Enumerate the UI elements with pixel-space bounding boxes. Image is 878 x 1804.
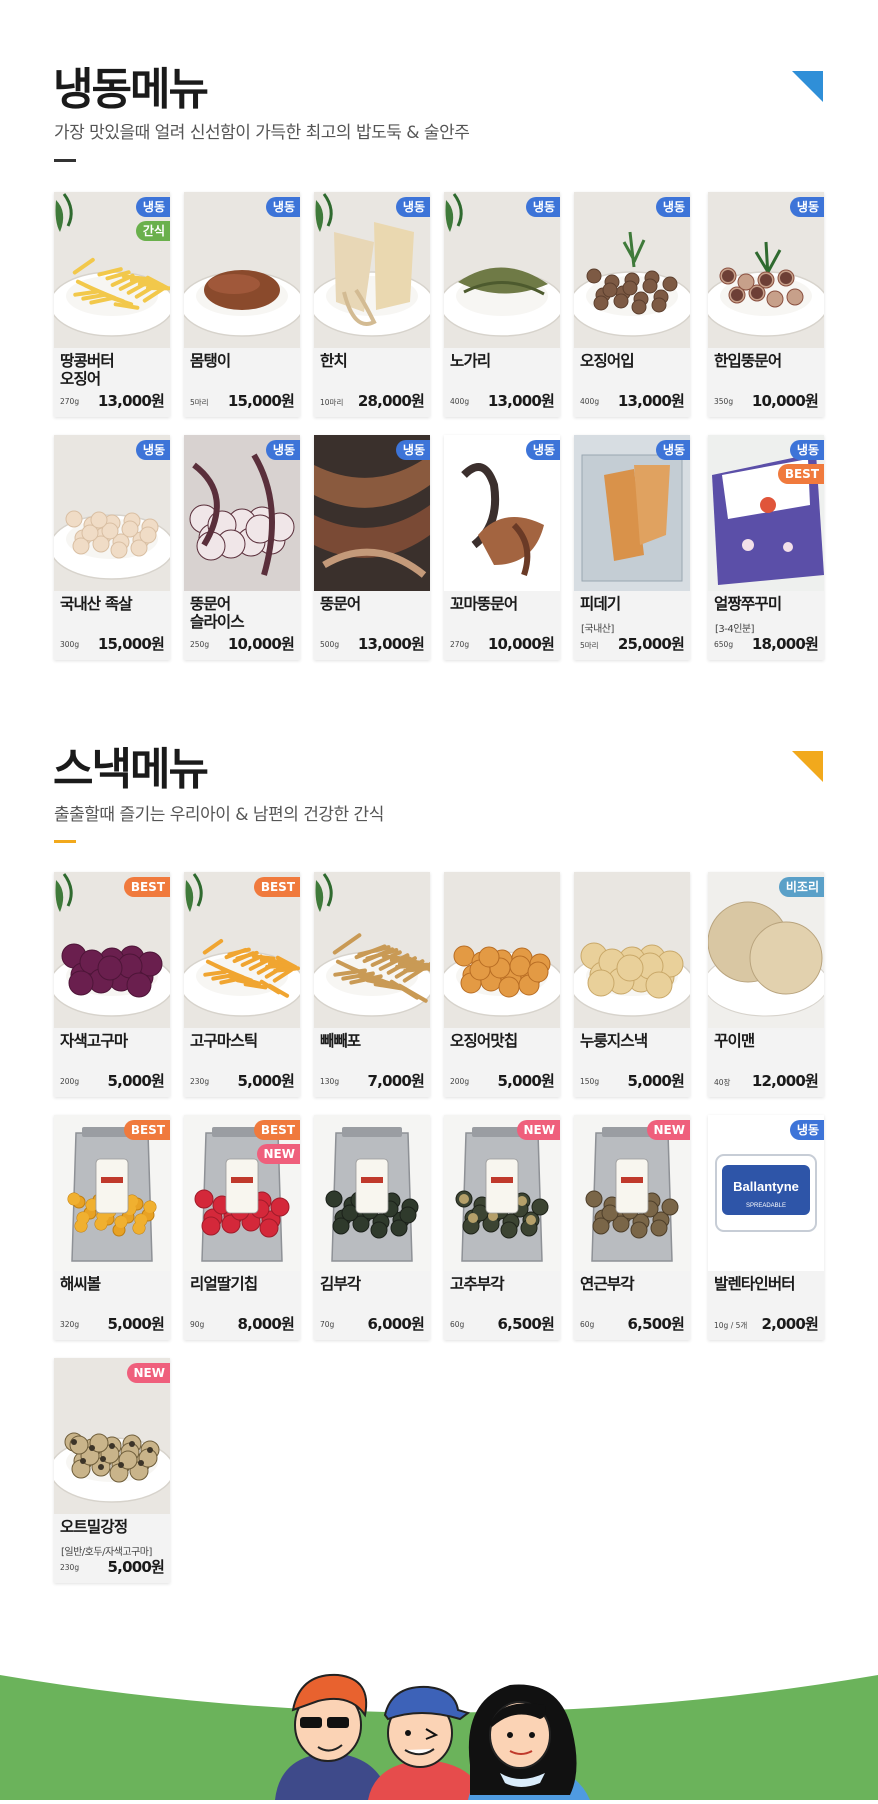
snack-menu-title: 스낵메뉴 <box>53 744 209 795</box>
product-price: 8,000원 <box>237 1315 295 1333</box>
product-card[interactable]: 빼빼포 130g 7,000원 <box>314 872 430 1097</box>
product-weight: 150g <box>580 1077 600 1086</box>
product-badge: NEW <box>646 1120 690 1140</box>
product-weight: 60g <box>450 1320 465 1329</box>
product-card[interactable]: 김부각 70g 6,000원 <box>314 1115 430 1340</box>
product-price: 5,000원 <box>237 1072 295 1090</box>
product-weight: 70g <box>320 1320 335 1329</box>
fish-jerky-strips-image <box>314 872 430 1028</box>
product-card[interactable]: BEST 해씨볼 320g 5,000원 <box>54 1115 170 1340</box>
product-card[interactable]: NEW 연근부각 60g 6,500원 <box>574 1115 690 1340</box>
product-name: 누룽지스낵 <box>580 1032 648 1050</box>
product-image <box>314 872 430 1028</box>
product-card[interactable]: BEST 고구마스틱 230g 5,000원 <box>184 872 300 1097</box>
product-price: 5,000원 <box>107 1558 165 1576</box>
product-name: 자색고구마 <box>60 1032 128 1050</box>
product-card[interactable]: 누룽지스낵 150g 5,000원 <box>574 872 690 1097</box>
product-image <box>574 872 690 1028</box>
snack-menu-subtitle: 출출할때 즐기는 우리아이 & 남편의 건강한 간식 <box>54 805 384 825</box>
product-card[interactable]: BEST NEW 리얼딸기칩 90g 8,000원 <box>184 1115 300 1340</box>
product-price: 5,000원 <box>497 1072 555 1090</box>
product-weight: 90g <box>190 1320 205 1329</box>
product-badge: NEW <box>256 1144 300 1164</box>
product-weight: 60g <box>580 1320 595 1329</box>
footer-illustration <box>0 1655 878 1800</box>
rice-crackers-image <box>574 872 690 1028</box>
product-name: 고구마스틱 <box>190 1032 258 1050</box>
product-card[interactable]: BEST 자색고구마 200g 5,000원 <box>54 872 170 1097</box>
seaweed-chips-pack-image <box>314 1115 430 1271</box>
product-name: 김부각 <box>320 1275 361 1293</box>
product-name: 리얼딸기칩 <box>190 1275 258 1293</box>
product-weight: 40장 <box>714 1078 731 1087</box>
snack-menu-section: 스낵메뉴 출출할때 즐기는 우리아이 & 남편의 건강한 간식 BEST 자색고구… <box>0 0 878 1600</box>
product-image <box>314 1115 430 1271</box>
product-weight: 10g / 5개 <box>714 1321 748 1330</box>
product-name: 연근부각 <box>580 1275 635 1293</box>
product-price: 5,000원 <box>107 1072 165 1090</box>
product-price: 12,000원 <box>751 1072 819 1090</box>
product-weight: 130g <box>320 1077 340 1086</box>
product-weight: 200g <box>450 1077 470 1086</box>
product-price: 6,000원 <box>367 1315 425 1333</box>
butter-brand-label: Ballantyne <box>733 1179 799 1194</box>
product-price: 6,500원 <box>627 1315 685 1333</box>
product-price: 5,000원 <box>107 1315 165 1333</box>
product-weight: 230g <box>60 1563 80 1572</box>
squid-chips-image <box>444 872 560 1028</box>
product-weight: 320g <box>60 1320 80 1329</box>
product-name: 오징어맛칩 <box>450 1032 518 1050</box>
product-badge: 비조리 <box>778 877 824 897</box>
product-card[interactable]: NEW 고추부각 60g 6,500원 <box>444 1115 560 1340</box>
product-name: 해씨볼 <box>60 1275 101 1293</box>
product-weight: 230g <box>190 1077 210 1086</box>
product-card[interactable]: 비조리꾸이맨 40장 12,000원 <box>708 872 824 1097</box>
snack-menu-accent-bar <box>54 840 76 843</box>
product-card[interactable]: 오징어맛칩 200g 5,000원 <box>444 872 560 1097</box>
product-badge: NEW <box>516 1120 560 1140</box>
corner-triangle-icon <box>792 751 823 782</box>
product-price: 2,000원 <box>761 1315 819 1333</box>
product-badge: NEW <box>126 1363 170 1383</box>
product-badge: BEST <box>123 877 170 897</box>
product-card[interactable]: Ballantyne SPREADABLE 냉동발렌타인버터 10g / 5개 2,00… <box>708 1115 824 1340</box>
product-badge: BEST <box>123 1120 170 1140</box>
product-name: 빼빼포 <box>320 1032 361 1050</box>
product-name: 고추부각 <box>450 1275 505 1293</box>
product-price: 7,000원 <box>367 1072 425 1090</box>
product-price: 5,000원 <box>627 1072 685 1090</box>
family-characters-illustration <box>0 1673 878 1800</box>
product-name: 꾸이맨 <box>714 1032 755 1050</box>
product-image <box>444 872 560 1028</box>
product-weight: 200g <box>60 1077 80 1086</box>
product-badge: BEST <box>253 877 300 897</box>
butter-spreadable-label: SPREADABLE <box>746 1203 786 1209</box>
product-badge: 냉동 <box>789 1120 824 1140</box>
product-name: 발렌타인버터 <box>714 1275 796 1293</box>
product-card[interactable]: NEW 오트밀강정 [일반/호두/자색고구마] 230g 5,000원 <box>54 1358 170 1583</box>
product-price: 6,500원 <box>497 1315 555 1333</box>
product-badge: BEST <box>253 1120 300 1140</box>
product-name: 오트밀강정 <box>60 1518 128 1536</box>
